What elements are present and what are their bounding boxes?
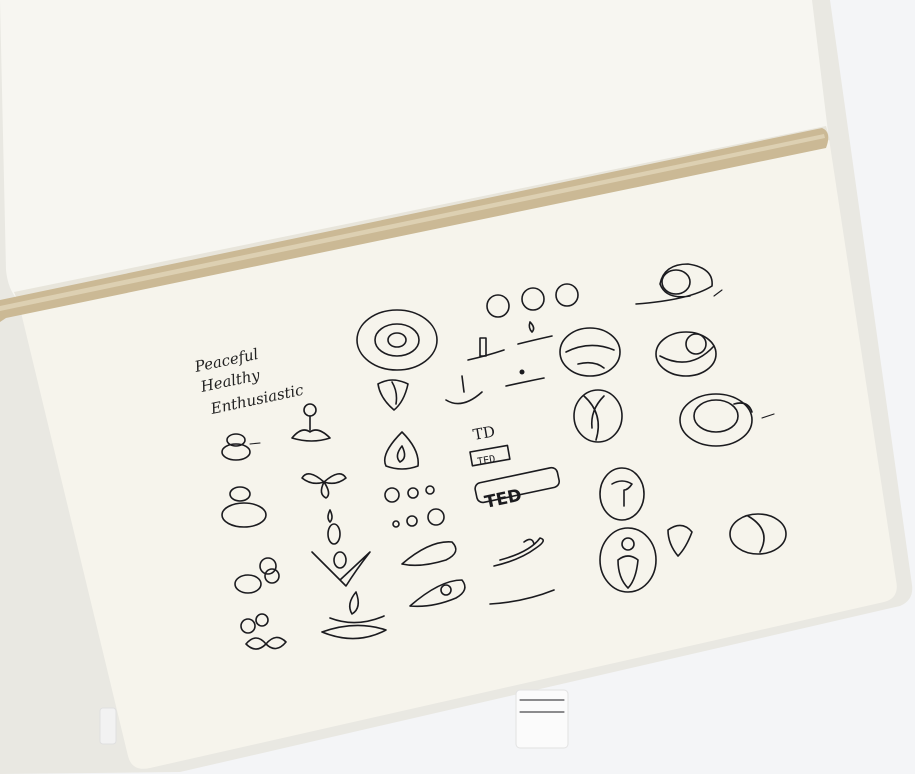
td-monogram-text: TD xyxy=(472,422,497,444)
td-monogram-sketch: TD xyxy=(472,422,497,444)
notebook-photo: Peaceful Healthy Enthusiastic TD TED TED xyxy=(0,0,915,774)
page-marker-tab xyxy=(99,707,117,745)
elastic-strap xyxy=(515,689,569,749)
